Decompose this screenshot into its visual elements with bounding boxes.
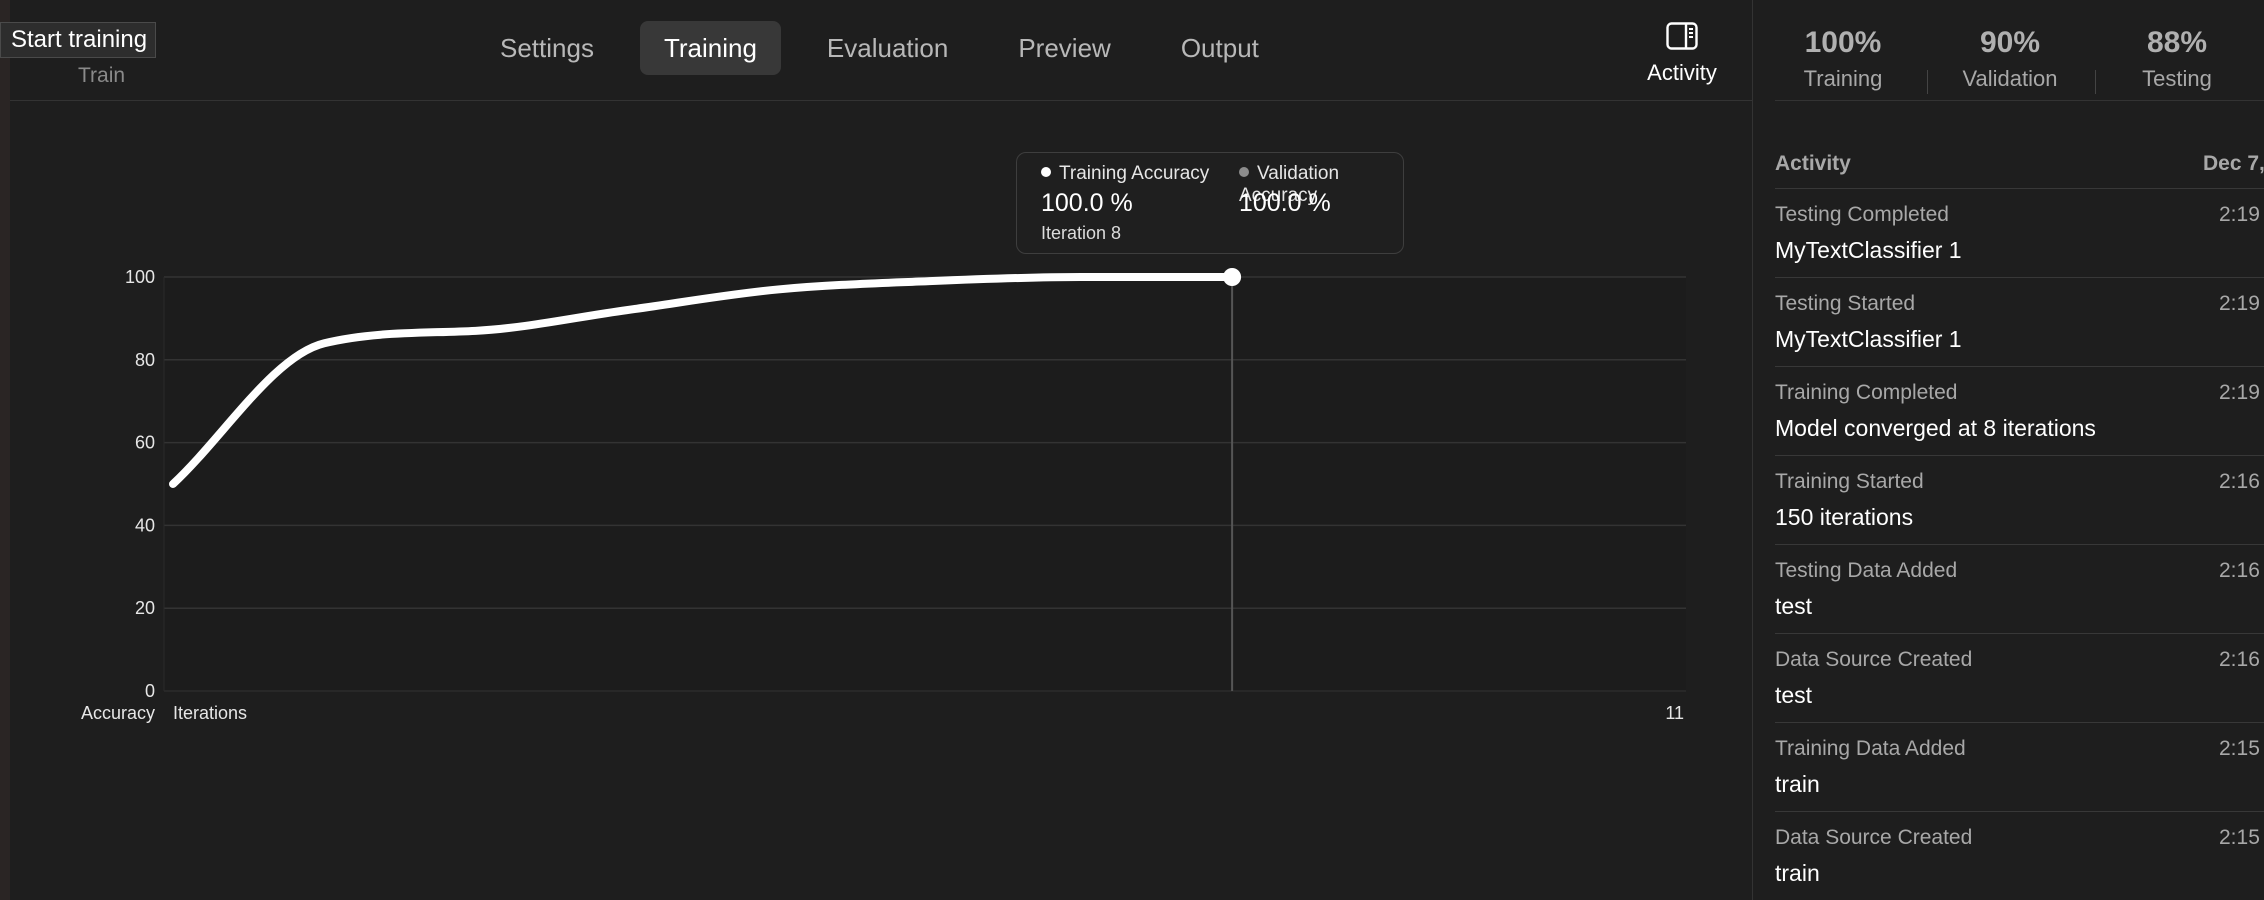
stat-validation-label: Validation <box>1962 66 2058 91</box>
y-tick-label: 60 <box>135 433 155 453</box>
activity-item[interactable]: Training Completed 2:19 Model converged … <box>1775 366 2264 455</box>
legend-iteration: Iteration 8 <box>1041 223 1122 243</box>
stat-testing: 88% Testing <box>2107 26 2247 92</box>
y-tick-label: 40 <box>135 515 155 535</box>
activity-item-detail: 150 iterations <box>1775 504 1914 530</box>
activity-item[interactable]: Training Started 2:16 150 iterations <box>1775 455 2264 544</box>
activity-item-time: 2:19 <box>2219 381 2260 404</box>
activity-item-time: 2:16 <box>2219 470 2260 493</box>
legend-training-accuracy: Training Accuracy <box>1041 163 1209 185</box>
activity-item-detail: MyTextClassifier 1 <box>1775 237 1962 263</box>
activity-item-title: Training Completed <box>1775 381 1958 404</box>
legend-validation-value: 100.0 % <box>1239 189 1331 217</box>
activity-header: Activity Dec 7, 2 <box>1775 152 2264 176</box>
stat-divider <box>1927 70 1928 94</box>
activity-item-title: Testing Completed <box>1775 203 1949 226</box>
stat-training: 100% Training <box>1773 26 1913 92</box>
activity-item-title: Training Started <box>1775 470 1924 493</box>
activity-item-title: Testing Data Added <box>1775 559 1958 582</box>
stat-training-value: 100% <box>1804 26 1882 59</box>
activity-item-title: Data Source Created <box>1775 826 1973 849</box>
activity-item-detail: train <box>1775 860 1820 886</box>
main-pane: Train Settings Training Evaluation Previ… <box>0 0 1752 900</box>
activity-item-detail: test <box>1775 593 1813 619</box>
activity-item-time: 2:15 <box>2219 826 2260 849</box>
activity-item[interactable]: Testing Started 2:19 MyTextClassifier 1 <box>1775 277 2264 366</box>
activity-date: Dec 7, 2 <box>2203 152 2264 175</box>
activity-item-time: 2:15 <box>2219 737 2260 760</box>
stat-testing-value: 88% <box>2146 26 2208 59</box>
stat-testing-label: Testing <box>2142 66 2212 91</box>
activity-item-time: 2:19 <box>2219 203 2260 226</box>
activity-title: Activity <box>1775 152 1851 175</box>
legend-training-value: 100.0 % <box>1041 189 1133 217</box>
y-tick-label: 80 <box>135 350 155 370</box>
start-training-tooltip: Start training <box>0 22 157 58</box>
stat-validation: 90% Validation <box>1940 26 2080 92</box>
x-axis-end-label: 11 <box>1665 703 1684 723</box>
legend-training-dot <box>1041 166 1051 177</box>
x-axis-label: Iterations <box>173 703 247 723</box>
activity-item-detail: train <box>1775 771 1820 797</box>
activity-item-detail: MyTextClassifier 1 <box>1775 326 1962 352</box>
activity-list: Testing Completed 2:19 MyTextClassifier … <box>1775 188 2264 900</box>
stat-divider <box>2095 70 2096 94</box>
activity-sidebar: 100% Training 90% Validation 88% Testing… <box>1752 0 2264 900</box>
accuracy-chart: 100 80 60 40 20 0Accuracy Iterations 11 <box>81 267 1686 723</box>
activity-item-detail: test <box>1775 682 1813 708</box>
accuracy-summary: 100% Training 90% Validation 88% Testing <box>1775 0 2264 101</box>
activity-item-time: 2:16 <box>2219 648 2260 671</box>
stat-validation-value: 90% <box>1979 26 2041 59</box>
y-tick-label: 20 <box>135 598 155 618</box>
activity-item-time: 2:16 <box>2219 559 2260 582</box>
activity-item-title: Data Source Created <box>1775 648 1973 671</box>
chart-legend-popover: Training Accuracy Validation Accuracy 10… <box>1016 152 1404 254</box>
activity-item-time: 2:19 <box>2219 292 2260 315</box>
activity-item[interactable]: Testing Completed 2:19 MyTextClassifier … <box>1775 188 2264 277</box>
y-tick-label: 100 <box>125 267 155 287</box>
stat-training-label: Training <box>1803 66 1883 91</box>
legend-validation-dot <box>1239 166 1249 177</box>
activity-item[interactable]: Testing Data Added 2:16 test <box>1775 544 2264 633</box>
y-tick-label: 0 <box>145 681 155 701</box>
y-axis-label: Accuracy <box>81 703 155 723</box>
activity-item-detail: Model converged at 8 iterations <box>1775 415 2096 441</box>
activity-item[interactable]: Data Source Created 2:15 train <box>1775 811 2264 900</box>
activity-item[interactable]: Data Source Created 2:16 test <box>1775 633 2264 722</box>
legend-training-label: Training Accuracy <box>1059 163 1210 184</box>
activity-item-title: Training Data Added <box>1775 737 1966 760</box>
activity-item[interactable]: Training Data Added 2:15 train <box>1775 722 2264 811</box>
activity-item-title: Testing Started <box>1775 292 1916 315</box>
highlight-point <box>1223 268 1242 286</box>
plot-background <box>164 277 1686 691</box>
